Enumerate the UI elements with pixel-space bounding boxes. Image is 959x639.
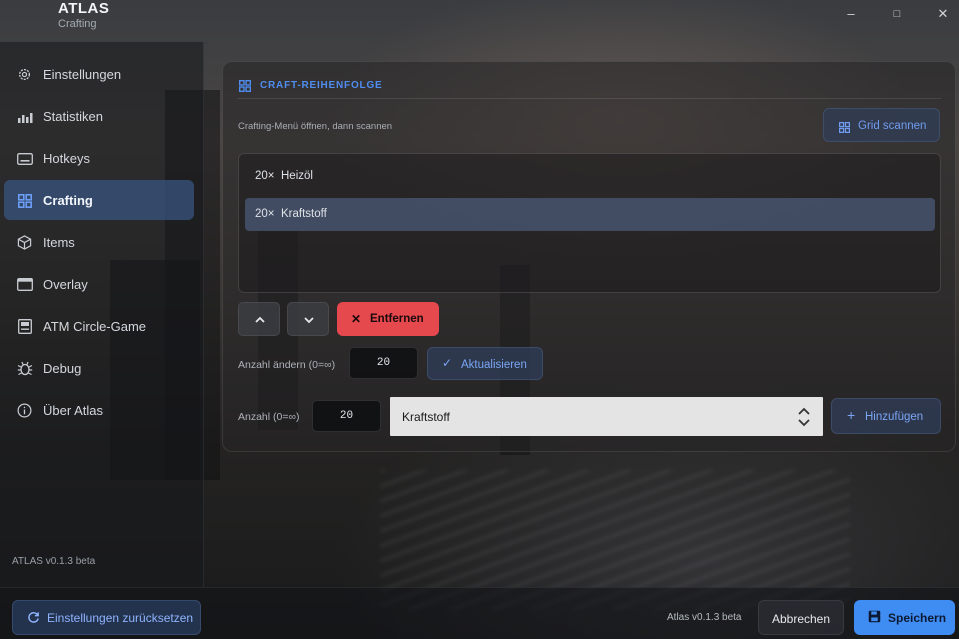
add-button[interactable]: + Hinzufügen xyxy=(831,398,941,434)
sidebar-item-label: Hotkeys xyxy=(43,151,90,166)
grid-scan-label: Grid scannen xyxy=(858,120,927,132)
sidebar-item-overlay[interactable]: Overlay xyxy=(4,264,194,304)
window-icon xyxy=(16,276,33,293)
craft-order-card: CRAFT-REIHENFOLGE Crafting-Menü öffnen, … xyxy=(222,61,956,452)
floppy-disk-icon xyxy=(868,610,881,623)
cancel-button[interactable]: Abbrechen xyxy=(758,600,844,635)
title-bar: ATLAS Crafting – □ ✕ xyxy=(0,0,959,42)
add-label: Hinzufügen xyxy=(865,411,924,423)
move-up-button[interactable] xyxy=(238,302,280,336)
atm-icon xyxy=(16,318,33,335)
sidebar-item-einstellungen[interactable]: Einstellungen xyxy=(4,54,194,94)
grid-icon xyxy=(239,79,251,92)
amount-label: Anzahl (0=∞) xyxy=(238,411,300,423)
sidebar-version: ATLAS v0.1.3 beta xyxy=(12,556,96,567)
sidebar: Einstellungen Statistiken Hotkeys Crafti… xyxy=(0,42,204,587)
scan-hint: Crafting-Menü öffnen, dann scannen xyxy=(238,121,393,132)
queue-item[interactable]: 20× Kraftstoff xyxy=(245,198,935,231)
queue-item[interactable]: 20× Heizöl xyxy=(245,160,935,193)
footer-bar: Einstellungen zurücksetzen Atlas v0.1.3 … xyxy=(0,587,959,639)
craft-queue-list[interactable]: 20× Heizöl 20× Kraftstoff xyxy=(238,153,941,293)
sidebar-item-label: Overlay xyxy=(43,277,88,292)
reset-settings-button[interactable]: Einstellungen zurücksetzen xyxy=(12,600,201,635)
chevron-up-icon xyxy=(255,316,265,323)
plus-icon: + xyxy=(847,407,856,423)
sidebar-item-label: Einstellungen xyxy=(43,67,122,82)
move-down-button[interactable] xyxy=(287,302,329,336)
update-button[interactable]: ✓ Aktualisieren xyxy=(427,347,543,380)
info-icon xyxy=(16,402,33,419)
change-amount-label: Anzahl ändern (0=∞) xyxy=(238,359,336,371)
save-button[interactable]: Speichern xyxy=(854,600,955,635)
queue-item-name: Kraftstoff xyxy=(281,208,327,220)
grid-icon xyxy=(839,120,850,133)
queue-item-quantity: 20× xyxy=(255,170,275,182)
gear-icon xyxy=(16,66,33,83)
app-title: ATLAS xyxy=(58,0,110,17)
minimize-button[interactable]: – xyxy=(841,4,861,24)
chevron-down-icon xyxy=(304,317,314,324)
bug-icon xyxy=(16,360,33,377)
sidebar-item-crafting[interactable]: Crafting xyxy=(4,180,194,220)
grid-icon xyxy=(16,192,33,209)
sidebar-item-debug[interactable]: Debug xyxy=(4,348,194,388)
grid-scan-button[interactable]: Grid scannen xyxy=(823,108,940,142)
divider xyxy=(237,98,941,99)
sidebar-item-ueber-atlas[interactable]: Über Atlas xyxy=(4,390,194,430)
save-label: Speichern xyxy=(888,611,947,625)
sidebar-item-label: ATM Circle-Game xyxy=(43,319,147,334)
section-title: CRAFT-REIHENFOLGE xyxy=(260,80,383,91)
check-icon: ✓ xyxy=(442,356,453,370)
updown-chevron-icon xyxy=(798,407,810,427)
update-label: Aktualisieren xyxy=(461,359,527,371)
app-subtitle: Crafting xyxy=(58,18,97,30)
sidebar-item-statistiken[interactable]: Statistiken xyxy=(4,96,194,136)
bar-chart-icon xyxy=(16,108,33,125)
maximize-button[interactable]: □ xyxy=(887,4,907,24)
sidebar-item-label: Items xyxy=(43,235,75,250)
amount-input[interactable] xyxy=(312,400,381,432)
item-select[interactable]: Kraftstoff xyxy=(390,397,823,436)
cancel-label: Abbrechen xyxy=(771,612,831,626)
reset-settings-label: Einstellungen zurücksetzen xyxy=(47,611,194,625)
queue-item-quantity: 20× xyxy=(255,208,275,220)
footer-version: Atlas v0.1.3 beta xyxy=(667,612,742,623)
close-icon: ✕ xyxy=(351,312,362,326)
remove-button[interactable]: ✕ Entfernen xyxy=(337,302,439,336)
sidebar-item-label: Crafting xyxy=(43,193,93,208)
remove-label: Entfernen xyxy=(370,313,424,325)
refresh-icon xyxy=(27,611,41,625)
item-select-value: Kraftstoff xyxy=(402,410,450,424)
sidebar-item-items[interactable]: Items xyxy=(4,222,194,262)
sidebar-item-label: Debug xyxy=(43,361,82,376)
sidebar-item-label: Über Atlas xyxy=(43,403,103,418)
keyboard-icon xyxy=(16,150,33,167)
sidebar-item-label: Statistiken xyxy=(43,109,103,124)
queue-item-name: Heizöl xyxy=(281,170,313,182)
sidebar-item-atm-circle-game[interactable]: ATM Circle-Game xyxy=(4,306,194,346)
sidebar-item-hotkeys[interactable]: Hotkeys xyxy=(4,138,194,178)
cube-icon xyxy=(16,234,33,251)
change-amount-input[interactable] xyxy=(349,347,418,379)
close-button[interactable]: ✕ xyxy=(933,4,953,24)
